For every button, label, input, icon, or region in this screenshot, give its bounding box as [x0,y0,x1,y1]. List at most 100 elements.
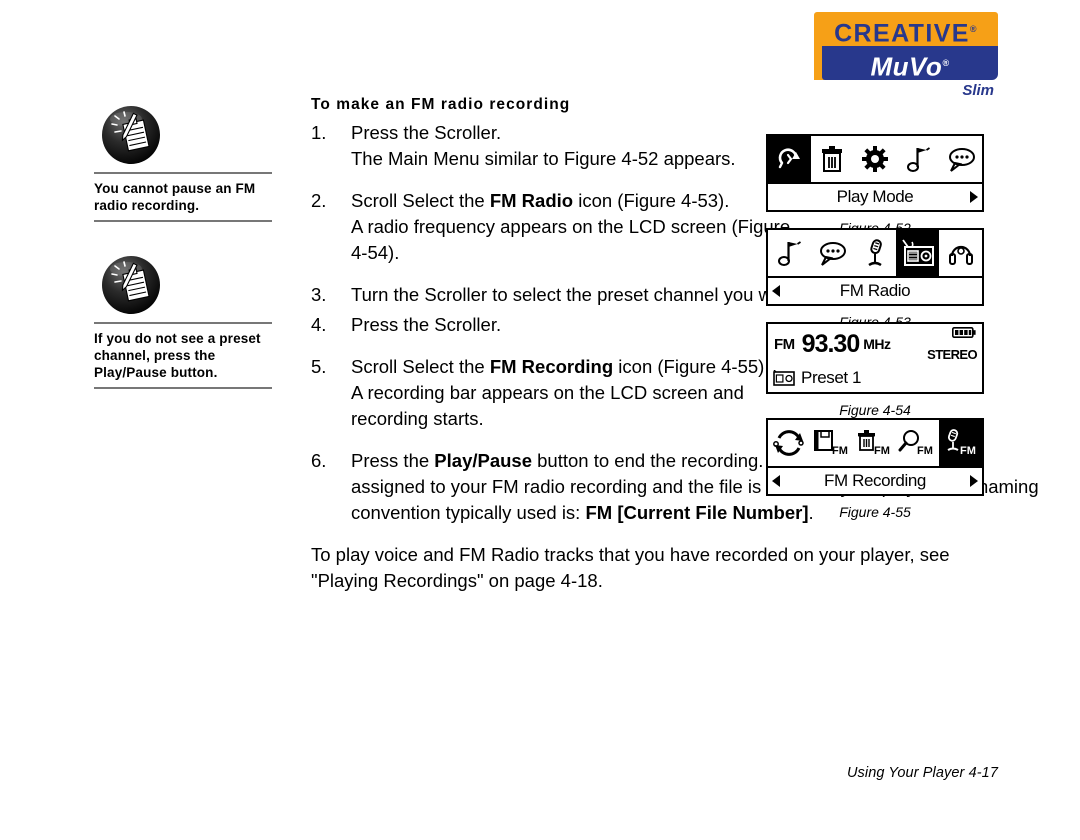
lcd-icon-fm-delete[interactable]: FM [854,420,897,466]
lcd-icon-music-note-flag[interactable] [768,230,811,276]
lcd-icon-headphones[interactable] [939,230,982,276]
lcd-icon-speech-bubble[interactable] [811,230,854,276]
step-2-number: 2. [311,190,327,211]
page-heading: To make an FM radio recording [311,96,571,113]
logo-product-word: MuVo [870,51,943,82]
svg-text:FM: FM [917,445,933,457]
lcd-arrow-left-icon[interactable] [772,475,780,487]
fm-delete-icon: FM [857,430,890,457]
headphones-icon [948,245,973,265]
svg-text:FM: FM [960,445,976,457]
note-text-1: You cannot pause an FM radio recording. [94,181,256,213]
step-5-number: 5. [311,356,327,377]
logo-product-registered-mark: ® [942,58,950,68]
step-5: 5. Scroll Select the FM Recording icon (… [311,354,803,432]
note-icon-wrap-2 [94,254,272,320]
figure-4-54-caption: Figure 4-54 [839,402,911,418]
logo-brand-registered-mark: ® [969,24,978,34]
lcd-icon-fm-radio[interactable] [896,230,940,276]
lcd-icon-fm-search[interactable]: FM [896,420,939,466]
step-2: 2. Scroll Select the FM Radio icon (Figu… [311,188,803,266]
step-3-number: 3. [311,284,327,305]
lcd-icon-fm-loop-refresh[interactable] [768,420,811,466]
lcd-band-label: FM [774,335,795,353]
lcd-icon-settings-gear[interactable] [854,136,897,182]
lcd-preset-row: Preset 1 [768,364,982,392]
step-3-line-1: Turn the Scroller to select the preset c… [351,284,803,305]
lcd-screen-fm-frequency: FM 93.30 MHz STEREO Preset 1 [766,322,984,394]
note-tip-icon [102,256,160,314]
note-rule-top-1 [94,172,272,174]
step-1-number: 1. [311,122,327,143]
figure-4-55-caption: Figure 4-55 [839,504,911,520]
note-block-2: If you do not see a preset channel, pres… [94,254,272,389]
lcd-frequency-value: 93.30 [801,329,861,358]
microphone-icon [868,239,882,267]
lcd-arrow-left-icon[interactable] [772,285,780,297]
step-1-line-2: The Main Menu similar to Figure 4-52 app… [351,148,736,169]
step-2-line-1-pre: Scroll Select the [351,190,490,211]
lcd-icon-music-note-flag[interactable] [896,136,939,182]
note-rule-top-2 [94,322,272,324]
logo-brand-word: CREATIVE [834,19,970,48]
figure-4-55: FM FM FM FM FM Recording Figure 4-55 [766,418,988,520]
fm-radio-icon [902,239,934,266]
lcd-icon-fm-record-mic[interactable]: FM [939,420,982,466]
fm-search-icon: FM [898,430,933,457]
step-4: 4. Press the Scroller. [311,312,803,338]
note-rule-bottom-2 [94,387,272,389]
step-3: 3. Turn the Scroller to select the prese… [311,282,803,308]
lcd-arrow-right-icon[interactable] [970,191,978,203]
closing-paragraph: To play voice and FM Radio tracks that y… [311,544,950,591]
figure-4-53: FM Radio Figure 4-53 [766,228,988,330]
lcd-label-bar: Play Mode [768,182,982,210]
logo-product-text: MuVo® [822,46,998,82]
lcd-icon-row [768,230,982,276]
figure-4-52: Play Mode Figure 4-52 [766,134,988,236]
speech-bubble-icon [948,148,975,172]
sidebar-notes: You cannot pause an FM radio recording. [94,104,272,399]
lcd-frequency-row: FM 93.30 MHz STEREO [768,324,982,364]
lcd-label-text: Play Mode [836,187,914,206]
step-6-pre: Press the [351,450,435,471]
step-6-number: 6. [311,450,327,471]
note-tip-icon [102,106,160,164]
svg-text:FM: FM [832,445,848,457]
lcd-screen-fm-recording-menu: FM FM FM FM FM Recording [766,418,984,496]
lcd-icon-play-mode-repeat[interactable] [768,136,811,182]
delete-trash-icon [822,146,843,172]
play-mode-repeat-icon [779,148,801,169]
page-footer: Using Your Player 4-17 [846,765,998,781]
lcd-icon-microphone[interactable] [854,230,897,276]
svg-text:FM: FM [874,445,890,457]
step-6-emphasis-play-pause: Play/Pause [434,450,532,471]
creative-muvo-logo: CREATIVE® MuVo® Slim [814,12,998,99]
radio-small-icon [773,370,795,386]
lcd-preset-label: Preset 1 [801,368,862,387]
note-block-1: You cannot pause an FM radio recording. [94,104,272,222]
fm-loop-refresh-icon [773,430,805,456]
lcd-icon-delete-trash[interactable] [811,136,854,182]
fm-record-mic-icon: FM [947,429,976,457]
note-rule-bottom-1 [94,220,272,222]
lcd-screen-main-menu: Play Mode [766,134,984,212]
step-2-line-1-post: icon (Figure 4-53). [573,190,730,211]
fm-save-icon: FM [814,430,848,457]
logo-brand-text: CREATIVE® [814,12,998,48]
speech-bubble-icon [820,242,847,266]
step-4-line-1: Press the Scroller. [351,314,502,335]
lcd-icon-fm-save[interactable]: FM [811,420,854,466]
lcd-icon-speech-bubble[interactable] [939,136,982,182]
lcd-label-text: FM Radio [839,281,911,300]
lcd-arrow-right-icon[interactable] [970,475,978,487]
step-1: 1. Press the Scroller. The Main Menu sim… [311,120,803,172]
note-gap [94,232,272,254]
step-5-emphasis-fm-recording: FM Recording [489,356,614,377]
settings-gear-icon [861,146,888,172]
music-note-flag-icon [906,147,930,172]
step-1-line-1: Press the Scroller. [351,122,502,143]
step-4-number: 4. [311,314,327,335]
step-2-emphasis-fm-radio: FM Radio [489,190,574,211]
lcd-icon-row [768,136,982,182]
lcd-screen-fm-radio-menu: FM Radio [766,228,984,306]
